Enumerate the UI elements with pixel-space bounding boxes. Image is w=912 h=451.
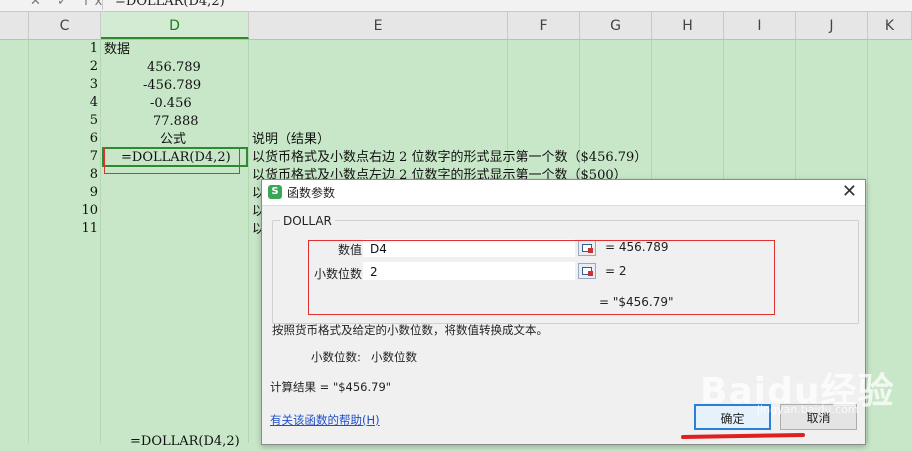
wps-logo-icon: S: [268, 185, 282, 199]
arg-help-text: 小数位数: [371, 350, 417, 364]
cell-d4[interactable]: -0.456: [150, 95, 192, 113]
formula-input-text[interactable]: =DOLLAR(D4,2): [115, 0, 225, 9]
row-number[interactable]: 9: [70, 185, 98, 200]
cell-d3[interactable]: -456.789: [143, 77, 201, 95]
highlight-box: [308, 240, 775, 315]
cell-d1[interactable]: 数据: [104, 41, 130, 59]
calculation-result: 计算结果 = "$456.79": [270, 380, 392, 394]
row-number[interactable]: 8: [70, 167, 98, 182]
column-header-i[interactable]: I: [724, 12, 796, 39]
highlight-box: [104, 147, 240, 174]
row-number[interactable]: 3: [70, 77, 98, 92]
cell-bottom-formula[interactable]: =DOLLAR(D4,2): [130, 433, 240, 451]
column-header-c[interactable]: C: [29, 12, 101, 39]
grid-line: [28, 40, 29, 443]
column-header-h[interactable]: H: [652, 12, 724, 39]
row-number[interactable]: 7: [70, 149, 98, 164]
column-header-f[interactable]: F: [508, 12, 580, 39]
column-header-d[interactable]: D: [101, 12, 249, 39]
cell-d2[interactable]: 456.789: [147, 59, 201, 77]
row-number[interactable]: 11: [70, 221, 98, 236]
row-number[interactable]: 4: [70, 95, 98, 110]
function-name: DOLLAR: [280, 214, 335, 228]
row-number[interactable]: 10: [70, 203, 98, 218]
column-header-j[interactable]: J: [796, 12, 868, 39]
formula-bar-icons[interactable]: ✕ ✓ fx: [30, 0, 108, 9]
baidu-watermark-url: jingyan.baidu.com: [757, 403, 859, 416]
column-header-partial[interactable]: [0, 12, 29, 39]
dialog-title: 函数参数: [287, 186, 336, 200]
cell-d5[interactable]: 77.888: [153, 113, 199, 131]
close-icon[interactable]: ✕: [842, 181, 857, 202]
function-help-link[interactable]: 有关该函数的帮助(H): [270, 412, 380, 428]
dialog-title-bar[interactable]: S 函数参数 ✕: [262, 180, 865, 206]
row-number[interactable]: 1: [70, 41, 98, 56]
grid-line: [248, 40, 249, 443]
column-header-k[interactable]: K: [868, 12, 912, 39]
column-header-e[interactable]: E: [249, 12, 508, 39]
column-header-row: C D E F G H I J K: [0, 12, 912, 40]
function-description: 按照货币格式及给定的小数位数，将数值转换成文本。: [272, 323, 548, 337]
arg-help-label: 小数位数:: [311, 350, 361, 364]
row-number[interactable]: 6: [70, 131, 98, 146]
formula-bar: ✕ ✓ fx =DOLLAR(D4,2): [0, 0, 912, 12]
cell-e6[interactable]: 说明（结果）: [252, 131, 330, 149]
row-number[interactable]: 5: [70, 113, 98, 128]
grid-line: [100, 40, 101, 443]
column-header-g[interactable]: G: [580, 12, 652, 39]
cell-e7[interactable]: 以货币格式及小数点右边 2 位数字的形式显示第一个数（$456.79）: [252, 149, 647, 167]
row-number[interactable]: 2: [70, 59, 98, 74]
